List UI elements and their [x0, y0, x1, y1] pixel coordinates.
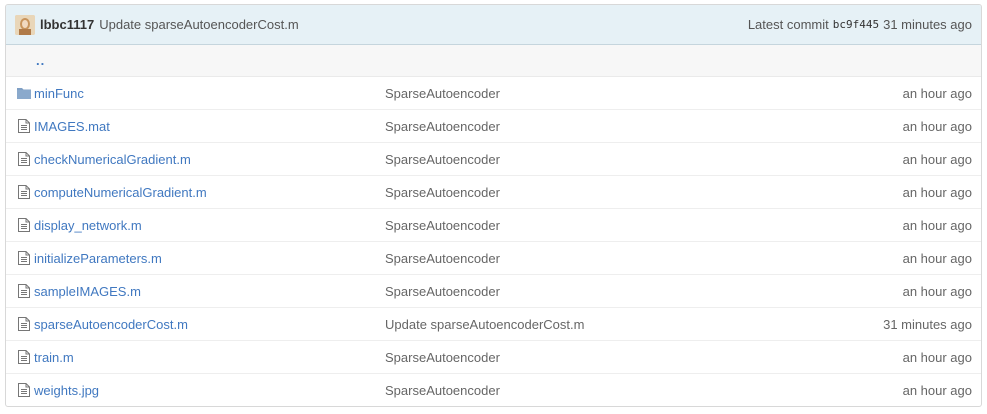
- file-row[interactable]: checkNumericalGradient.m SparseAutoencode…: [6, 143, 981, 176]
- file-name-link[interactable]: display_network.m: [34, 218, 142, 233]
- file-text-icon: [16, 382, 32, 398]
- file-age: an hour ago: [902, 184, 972, 200]
- file-list: minFunc SparseAutoencoder an hour ago IMAGE…: [6, 77, 981, 406]
- file-text-icon: [16, 118, 32, 134]
- file-row[interactable]: train.m SparseAutoencoder an hour ago: [6, 341, 981, 374]
- file-age: an hour ago: [902, 85, 972, 101]
- file-age: an hour ago: [902, 118, 972, 134]
- folder-icon: [16, 85, 32, 101]
- file-name-link[interactable]: computeNumericalGradient.m: [34, 185, 207, 200]
- latest-commit-info: Latest commit bc9f445 31 minutes ago: [748, 17, 972, 32]
- file-row[interactable]: weights.jpg SparseAutoencoder an hour ago: [6, 374, 981, 406]
- file-row[interactable]: display_network.m SparseAutoencoder an hou…: [6, 209, 981, 242]
- file-commit-message-link[interactable]: Update sparseAutoencoderCost.m: [385, 317, 584, 332]
- file-commit-message-link[interactable]: SparseAutoencoder: [385, 218, 500, 233]
- file-commit-message-link[interactable]: SparseAutoencoder: [385, 383, 500, 398]
- file-name-link[interactable]: weights.jpg: [34, 383, 99, 398]
- file-age: an hour ago: [902, 383, 972, 398]
- file-row[interactable]: sparseAutoencoderCost.m Update sparseAuto…: [6, 308, 981, 341]
- file-text-icon: [16, 316, 32, 332]
- file-age: 31 minutes ago: [883, 316, 972, 332]
- file-text-icon: [16, 184, 32, 200]
- file-commit-message-link[interactable]: SparseAutoencoder: [385, 350, 500, 365]
- parent-directory-link[interactable]: ..: [36, 53, 45, 68]
- file-age: an hour ago: [902, 217, 972, 233]
- file-name-link[interactable]: initializeParameters.m: [34, 251, 162, 266]
- latest-commit-label: Latest commit: [747, 17, 829, 32]
- file-row[interactable]: computeNumericalGradient.m SparseAutoenco…: [6, 176, 981, 209]
- file-row[interactable]: IMAGES.mat SparseAutoencoder an hour ago: [6, 110, 981, 143]
- file-commit-message-link[interactable]: SparseAutoencoder: [385, 251, 500, 266]
- file-text-icon: [16, 217, 32, 233]
- file-age: an hour ago: [902, 250, 972, 266]
- file-row[interactable]: sampleIMAGES.m SparseAutoencoder an hour a…: [6, 275, 981, 308]
- file-age: an hour ago: [902, 151, 972, 167]
- file-commit-message-link[interactable]: SparseAutoencoder: [385, 152, 500, 167]
- file-age: an hour ago: [902, 283, 972, 299]
- file-commit-message-link[interactable]: SparseAutoencoder: [385, 86, 500, 101]
- file-name-link[interactable]: minFunc: [34, 86, 84, 101]
- commit-sha-link[interactable]: bc9f445: [833, 18, 879, 31]
- author-avatar[interactable]: [15, 14, 35, 35]
- file-row[interactable]: minFunc SparseAutoencoder an hour ago: [6, 77, 981, 110]
- commit-message-link[interactable]: Update sparseAutoencoderCost.m: [99, 17, 298, 32]
- parent-directory-row[interactable]: ..: [6, 45, 981, 77]
- file-name-link[interactable]: checkNumericalGradient.m: [34, 152, 191, 167]
- file-commit-message-link[interactable]: SparseAutoencoder: [385, 119, 500, 134]
- file-commit-message-link[interactable]: SparseAutoencoder: [385, 185, 500, 200]
- file-text-icon: [16, 151, 32, 167]
- file-age: an hour ago: [902, 349, 972, 365]
- commit-age: 31 minutes ago: [883, 17, 972, 32]
- file-name-link[interactable]: IMAGES.mat: [34, 119, 110, 134]
- file-name-link[interactable]: train.m: [34, 350, 74, 365]
- file-commit-message-link[interactable]: SparseAutoencoder: [385, 284, 500, 299]
- file-text-icon: [16, 349, 32, 365]
- commit-author-link[interactable]: lbbc1117: [40, 17, 94, 32]
- file-text-icon: [16, 250, 32, 266]
- file-name-link[interactable]: sampleIMAGES.m: [34, 284, 141, 299]
- file-row[interactable]: initializeParameters.m SparseAutoencoder a…: [6, 242, 981, 275]
- file-browser: lbbc1117 Update sparseAutoencoderCost.m …: [5, 4, 982, 407]
- latest-commit-bar: lbbc1117 Update sparseAutoencoderCost.m …: [6, 5, 981, 45]
- file-name-link[interactable]: sparseAutoencoderCost.m: [34, 317, 188, 332]
- file-text-icon: [16, 283, 32, 299]
